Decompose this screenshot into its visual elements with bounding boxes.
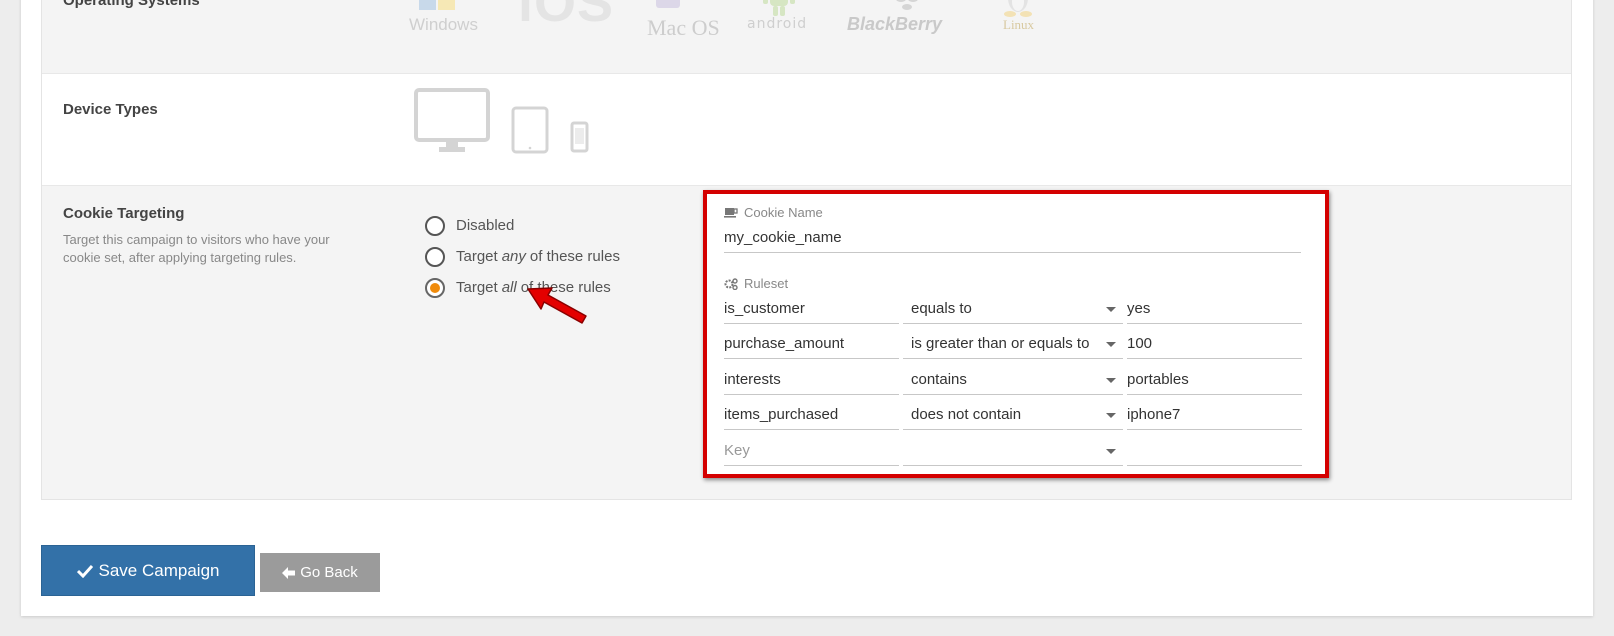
radio-target-any[interactable]: Target any of these rules: [425, 241, 620, 272]
cookie-targeting-title: Cookie Targeting: [63, 205, 185, 222]
ios-logo[interactable]: iOS: [518, 0, 614, 34]
rule-key-input[interactable]: [724, 294, 899, 324]
windows-label: Windows: [409, 15, 478, 34]
caret-down-icon: [1106, 342, 1116, 347]
arrow-left-icon: [282, 566, 296, 579]
caret-down-icon: [1106, 307, 1116, 312]
rule-value-input[interactable]: [1127, 365, 1302, 395]
save-campaign-label: Save Campaign: [98, 560, 220, 580]
cookie-rules-panel: Cookie Name Ruleset equals to is greater…: [703, 190, 1329, 478]
rule-operator-select[interactable]: contains: [903, 365, 1123, 395]
device-icons: [414, 88, 614, 163]
row-operating-systems: Operating Systems Windows iOS Mac OS and…: [42, 0, 1571, 74]
macos-label: Mac OS: [647, 15, 720, 40]
go-back-label: Go Back: [300, 564, 358, 581]
rule-key-input[interactable]: [724, 400, 899, 430]
gears-icon: [724, 277, 738, 290]
phone-icon[interactable]: [570, 121, 589, 153]
device-types-title: Device Types: [63, 101, 158, 118]
ruleset-label: Ruleset: [744, 276, 789, 291]
rule-operator-value: does not contain: [911, 406, 1022, 423]
rule-key-input[interactable]: [724, 329, 899, 359]
windows-logo[interactable]: Windows: [409, 0, 478, 35]
blackberry-label: BlackBerry: [847, 14, 943, 34]
annotation-arrow-icon: [527, 287, 587, 324]
new-rule-operator-select[interactable]: [903, 436, 1123, 466]
radio-circle-selected[interactable]: [425, 277, 445, 298]
tablet-icon[interactable]: [511, 106, 549, 154]
caret-down-icon: [1106, 413, 1116, 418]
cookie-name-label-row: Cookie Name: [724, 205, 823, 220]
rule-operator-value: is greater than or equals to: [911, 335, 1090, 352]
caret-down-icon: [1106, 378, 1116, 383]
cookie-name-label: Cookie Name: [744, 205, 823, 220]
rule-value-input[interactable]: [1127, 329, 1302, 359]
os-logos: Windows iOS Mac OS android BlackBerry Li…: [402, 0, 1042, 50]
android-logo[interactable]: android: [747, 0, 813, 32]
rule-operator-select[interactable]: does not contain: [903, 400, 1123, 430]
linux-logo[interactable]: Linux: [1000, 0, 1036, 33]
blackberry-logo[interactable]: BlackBerry: [847, 0, 943, 35]
radio-target-any-post: of these rules: [529, 248, 620, 265]
rule-operator-value: equals to: [911, 300, 972, 317]
ruleset-label-row: Ruleset: [724, 276, 788, 291]
rule-operator-select[interactable]: is greater than or equals to: [903, 329, 1123, 359]
checkmark-icon: [76, 564, 93, 578]
rule-value-input[interactable]: [1127, 400, 1302, 430]
save-campaign-button[interactable]: Save Campaign: [41, 545, 255, 596]
row-device-types: Device Types: [42, 74, 1571, 186]
linux-label: Linux: [1003, 17, 1035, 32]
new-rule-value-input[interactable]: [1127, 436, 1302, 466]
cookie-name-input[interactable]: [724, 223, 1301, 253]
radio-target-all-pre: Target: [456, 279, 498, 296]
coffee-cup-icon: [724, 208, 738, 218]
rule-value-input[interactable]: [1127, 294, 1302, 324]
go-back-button[interactable]: Go Back: [260, 553, 380, 592]
campaign-card: Operating Systems Windows iOS Mac OS and…: [21, 0, 1593, 616]
rule-operator-select[interactable]: equals to: [903, 294, 1123, 324]
macos-logo[interactable]: Mac OS: [647, 0, 720, 41]
caret-down-icon: [1106, 449, 1116, 454]
cookie-targeting-description: Target this campaign to visitors who hav…: [63, 232, 330, 265]
os-title: Operating Systems: [63, 0, 200, 9]
radio-circle[interactable]: [425, 215, 445, 236]
radio-disabled-label: Disabled: [456, 217, 515, 234]
desktop-icon[interactable]: [414, 88, 490, 152]
radio-disabled[interactable]: Disabled: [425, 210, 620, 241]
radio-circle[interactable]: [425, 246, 445, 267]
radio-target-any-em: any: [501, 248, 526, 265]
android-label: android: [747, 16, 808, 32]
rule-operator-value: contains: [911, 371, 967, 388]
new-rule-key-input[interactable]: [724, 436, 899, 466]
rule-key-input[interactable]: [724, 365, 899, 395]
radio-target-any-pre: Target: [456, 248, 498, 265]
